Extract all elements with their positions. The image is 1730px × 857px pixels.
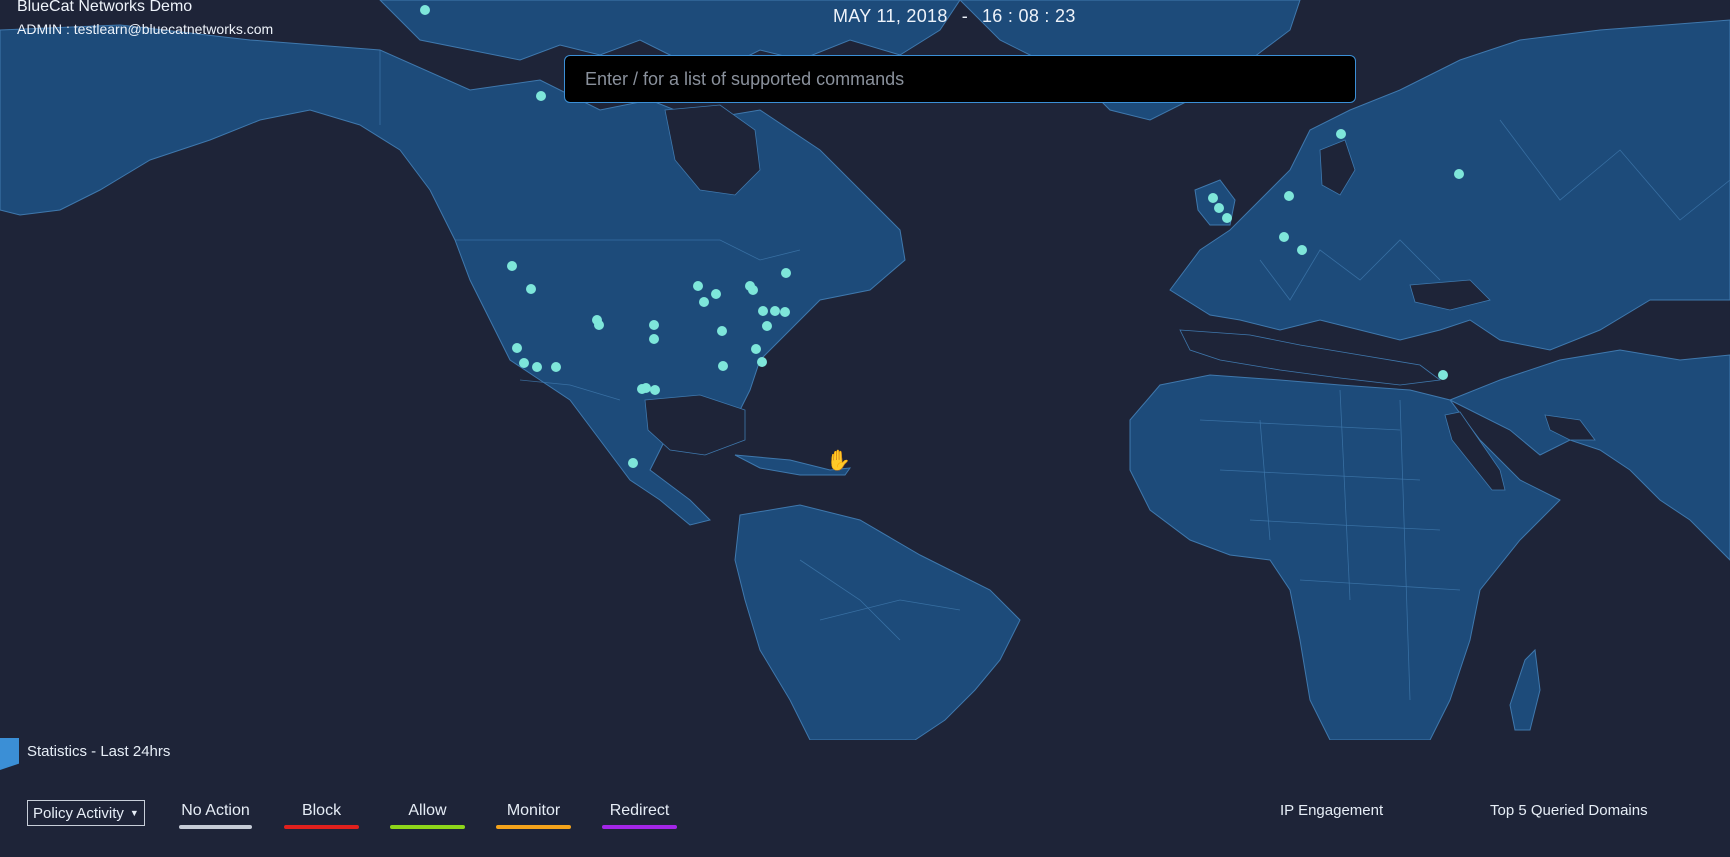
activity-marker[interactable] <box>507 261 517 271</box>
world-map[interactable] <box>0 0 1730 740</box>
activity-marker[interactable] <box>751 344 761 354</box>
legend-label: Redirect <box>609 802 670 819</box>
south-america <box>734 504 1021 740</box>
command-input[interactable] <box>565 56 1355 102</box>
activity-marker[interactable] <box>536 91 546 101</box>
activity-marker[interactable] <box>780 307 790 317</box>
current-time: 16 : 08 : 23 <box>981 6 1076 26</box>
admin-user: ADMIN : testlearn@bluecatnetworks.com <box>17 21 274 37</box>
activity-marker[interactable] <box>1214 203 1224 213</box>
top-domains-link[interactable]: Top 5 Queried Domains <box>1490 802 1648 819</box>
activity-marker[interactable] <box>717 326 727 336</box>
legend-redirect[interactable]: Redirect <box>602 802 677 829</box>
activity-marker[interactable] <box>1454 169 1464 179</box>
legend-monitor[interactable]: Monitor <box>496 802 571 829</box>
activity-marker[interactable] <box>748 285 758 295</box>
statistics-tab-icon[interactable] <box>0 738 19 770</box>
ip-engagement-link[interactable]: IP Engagement <box>1280 802 1383 819</box>
legend-block[interactable]: Block <box>284 802 359 829</box>
date-time: MAY 11, 2018-16 : 08 : 23 <box>833 6 1076 27</box>
hand-cursor-icon: ✋ <box>826 450 851 472</box>
activity-marker[interactable] <box>762 321 772 331</box>
activity-marker[interactable] <box>650 385 660 395</box>
policy-activity-select[interactable]: Policy Activity ▼ <box>27 800 145 826</box>
command-bar[interactable] <box>564 55 1356 103</box>
activity-marker[interactable] <box>711 289 721 299</box>
activity-marker[interactable] <box>757 357 767 367</box>
date-time-separator: - <box>961 6 968 26</box>
legend-label: Monitor <box>506 802 561 819</box>
legend-bar <box>602 825 677 829</box>
chevron-down-icon: ▼ <box>129 808 139 818</box>
legend-bar <box>179 825 252 829</box>
madagascar <box>1509 648 1541 731</box>
activity-marker[interactable] <box>1297 245 1307 255</box>
africa <box>1129 374 1561 740</box>
activity-marker[interactable] <box>637 384 647 394</box>
activity-marker[interactable] <box>551 362 561 372</box>
activity-marker[interactable] <box>1279 232 1289 242</box>
org-name: BlueCat Networks Demo <box>17 0 193 15</box>
activity-marker[interactable] <box>770 306 780 316</box>
legend-label: Allow <box>408 802 447 819</box>
activity-marker[interactable] <box>1208 193 1218 203</box>
activity-marker[interactable] <box>532 362 542 372</box>
activity-marker[interactable] <box>1284 191 1294 201</box>
activity-marker[interactable] <box>781 268 791 278</box>
policy-select-value: Policy Activity <box>33 804 124 822</box>
activity-marker[interactable] <box>512 343 522 353</box>
legend-allow[interactable]: Allow <box>390 802 465 829</box>
activity-marker[interactable] <box>526 284 536 294</box>
legend-bar <box>390 825 465 829</box>
statistics-title: Statistics - Last 24hrs <box>27 743 171 760</box>
activity-marker[interactable] <box>1222 213 1232 223</box>
activity-marker[interactable] <box>699 297 709 307</box>
activity-marker[interactable] <box>718 361 728 371</box>
current-date: MAY 11, 2018 <box>833 6 948 26</box>
activity-marker[interactable] <box>1438 370 1448 380</box>
legend-bar <box>284 825 359 829</box>
activity-marker[interactable] <box>628 458 638 468</box>
activity-marker[interactable] <box>758 306 768 316</box>
activity-marker[interactable] <box>693 281 703 291</box>
activity-marker[interactable] <box>1336 129 1346 139</box>
legend-bar <box>496 825 571 829</box>
activity-marker[interactable] <box>420 5 430 15</box>
legend-no-action[interactable]: No Action <box>179 802 252 829</box>
activity-marker[interactable] <box>649 334 659 344</box>
legend-label: Block <box>301 802 342 819</box>
activity-marker[interactable] <box>594 320 604 330</box>
activity-marker[interactable] <box>649 320 659 330</box>
legend-label: No Action <box>181 802 250 819</box>
activity-marker[interactable] <box>519 358 529 368</box>
